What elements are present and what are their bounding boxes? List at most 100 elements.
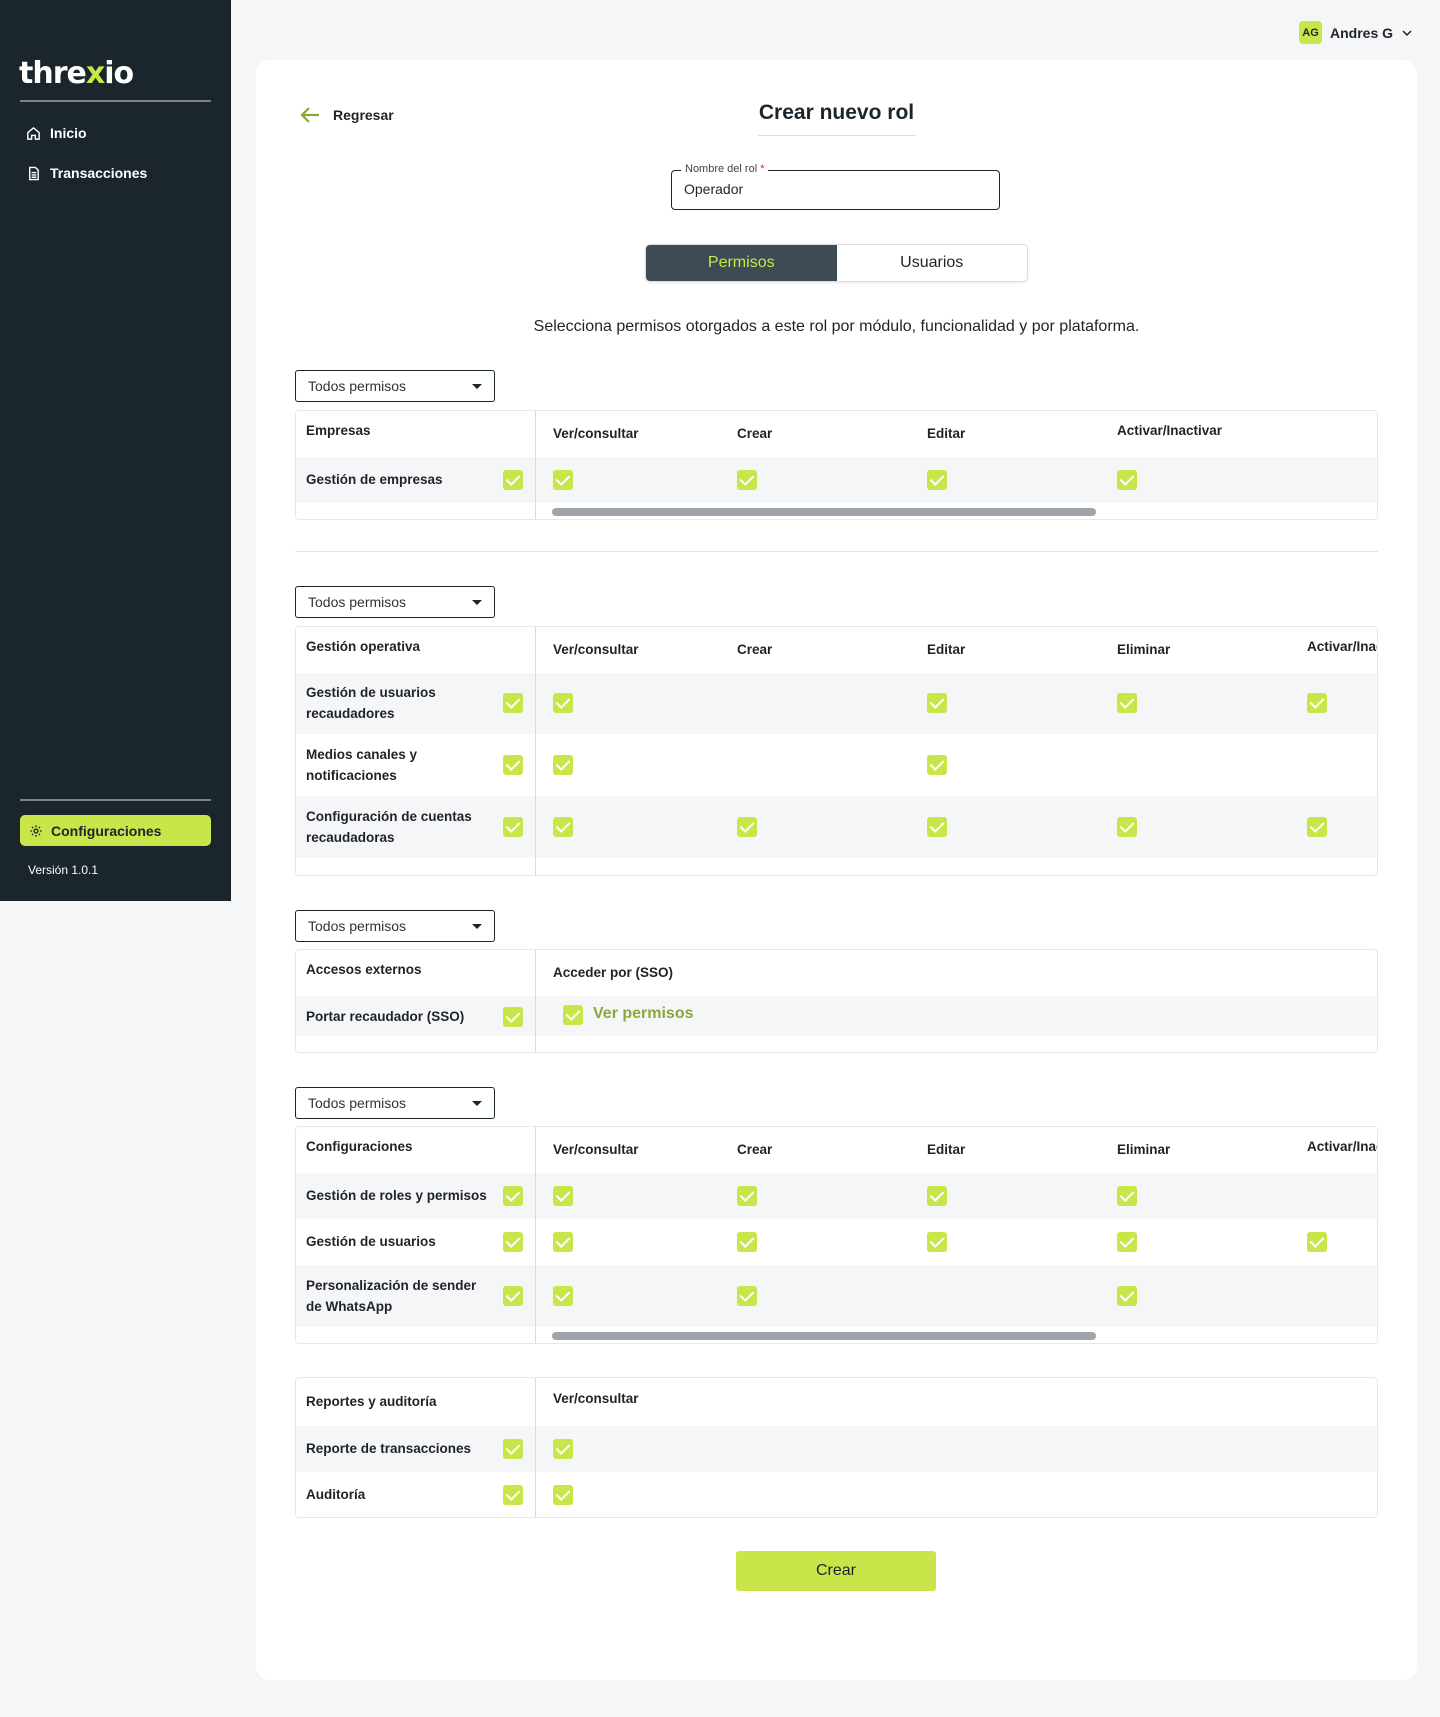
permission-checkbox[interactable] bbox=[1307, 1232, 1327, 1252]
user-menu[interactable]: AG Andres G bbox=[1299, 21, 1413, 44]
sidebar-item-label: Inicio bbox=[50, 125, 87, 141]
permission-checkbox[interactable] bbox=[737, 817, 757, 837]
row-select-checkbox[interactable] bbox=[503, 755, 523, 775]
permission-checkbox[interactable] bbox=[553, 1286, 573, 1306]
section-header: Gestión operativa bbox=[306, 639, 421, 654]
permission-checkbox[interactable] bbox=[737, 1186, 757, 1206]
column-header: Editar bbox=[927, 1142, 966, 1157]
section-header: Configuraciones bbox=[306, 1139, 413, 1154]
column-header: Crear bbox=[737, 426, 773, 441]
tab-usuarios[interactable]: Usuarios bbox=[836, 245, 1027, 281]
table-row: Auditoría bbox=[296, 1472, 1377, 1517]
section-header: Reportes y auditoría bbox=[306, 1394, 437, 1409]
permission-checkbox[interactable] bbox=[927, 1232, 947, 1252]
permission-checkbox[interactable] bbox=[553, 1439, 573, 1459]
permissions-dropdown-operativa[interactable]: Todos permisos bbox=[295, 586, 495, 618]
permission-checkbox[interactable] bbox=[1307, 693, 1327, 713]
row-label: Gestión de usuarios bbox=[306, 1234, 436, 1249]
row-select-checkbox[interactable] bbox=[503, 1232, 523, 1252]
permission-checkbox[interactable] bbox=[553, 817, 573, 837]
row-select-checkbox[interactable] bbox=[503, 1439, 523, 1459]
row-label: Configuración de cuentas recaudadoras bbox=[306, 806, 472, 848]
permission-checkbox[interactable] bbox=[737, 470, 757, 490]
chevron-down-icon bbox=[1402, 29, 1412, 36]
permission-checkbox[interactable] bbox=[1117, 817, 1137, 837]
dropdown-value: Todos permisos bbox=[308, 594, 407, 610]
row-select-checkbox[interactable] bbox=[503, 1186, 523, 1206]
permission-checkbox[interactable] bbox=[1307, 817, 1327, 837]
column-header: Activar/Inactivar bbox=[1117, 423, 1223, 438]
table-row: Reporte de transacciones bbox=[296, 1426, 1377, 1472]
row-label: Gestión de empresas bbox=[306, 472, 443, 487]
role-name-input[interactable] bbox=[684, 181, 984, 197]
sidebar-item-inicio[interactable]: Inicio bbox=[26, 125, 87, 141]
row-select-checkbox[interactable] bbox=[503, 693, 523, 713]
permission-checkbox[interactable] bbox=[737, 1286, 757, 1306]
column-header: Ver/consultar bbox=[553, 642, 639, 657]
column-header: Acceder por (SSO) bbox=[553, 965, 674, 980]
permission-checkbox[interactable] bbox=[1117, 693, 1137, 713]
column-header: Eliminar bbox=[1117, 1142, 1171, 1157]
column-divider bbox=[535, 950, 536, 1052]
column-header: Ver/consultar bbox=[553, 426, 639, 441]
sidebar-item-configuraciones[interactable]: Configuraciones bbox=[20, 815, 211, 846]
permissions-dropdown-empresas[interactable]: Todos permisos bbox=[295, 370, 495, 402]
permissions-dropdown-configuraciones[interactable]: Todos permisos bbox=[295, 1087, 495, 1119]
horizontal-scrollbar[interactable] bbox=[552, 508, 1096, 516]
row-label-line: Medios canales y bbox=[306, 747, 418, 762]
table-row: Configuración de cuentas recaudadoras bbox=[296, 796, 1377, 858]
section-header: Empresas bbox=[306, 423, 371, 438]
permission-checkbox[interactable] bbox=[1117, 1232, 1137, 1252]
row-select-checkbox[interactable] bbox=[503, 1286, 523, 1306]
page-title: Crear nuevo rol bbox=[758, 101, 915, 124]
column-divider bbox=[535, 627, 536, 875]
permission-checkbox[interactable] bbox=[1117, 1186, 1137, 1206]
row-select-checkbox[interactable] bbox=[503, 1485, 523, 1505]
row-select-checkbox[interactable] bbox=[503, 1007, 523, 1027]
permission-checkbox[interactable] bbox=[927, 693, 947, 713]
caret-down-icon bbox=[472, 1100, 482, 1106]
table-row: Portar recaudador (SSO) Ver permisos bbox=[296, 996, 1377, 1036]
permissions-table-configuraciones: Configuraciones Ver/consultar Crear Edit… bbox=[295, 1126, 1378, 1344]
role-name-field[interactable]: Nombre del rol * bbox=[671, 163, 1000, 210]
sidebar-item-label: Transacciones bbox=[50, 165, 148, 181]
row-label-line: Gestión de usuarios bbox=[306, 685, 436, 700]
permission-checkbox[interactable] bbox=[927, 817, 947, 837]
row-select-checkbox[interactable] bbox=[503, 470, 523, 490]
sidebar-item-transacciones[interactable]: Transacciones bbox=[26, 165, 147, 181]
ver-permisos-link[interactable]: Ver permisos bbox=[593, 1005, 694, 1023]
row-label-line: Configuración de cuentas bbox=[306, 809, 472, 824]
threxio-logo[interactable]: threxio bbox=[19, 56, 134, 91]
home-icon bbox=[27, 126, 40, 140]
document-icon bbox=[29, 166, 39, 180]
permission-checkbox[interactable] bbox=[927, 470, 947, 490]
column-header: Ver/consultar bbox=[553, 1142, 639, 1157]
permission-checkbox[interactable] bbox=[553, 693, 573, 713]
permission-checkbox[interactable] bbox=[553, 470, 573, 490]
column-header: Editar bbox=[927, 642, 966, 657]
permission-checkbox[interactable] bbox=[927, 1186, 947, 1206]
required-mark: * bbox=[760, 163, 765, 175]
permission-checkbox[interactable] bbox=[1117, 470, 1137, 490]
horizontal-scrollbar[interactable] bbox=[552, 1332, 1096, 1340]
permission-checkbox[interactable] bbox=[563, 1005, 583, 1025]
permission-checkbox[interactable] bbox=[737, 1232, 757, 1252]
row-label: Gestión de usuarios recaudadores bbox=[306, 682, 436, 724]
tab-permisos[interactable]: Permisos bbox=[646, 245, 837, 281]
permission-checkbox[interactable] bbox=[1117, 1286, 1137, 1306]
permissions-dropdown-externos[interactable]: Todos permisos bbox=[295, 910, 495, 942]
permissions-table-operativa: Gestión operativa Ver/consultar Crear Ed… bbox=[295, 626, 1378, 876]
permission-checkbox[interactable] bbox=[553, 1186, 573, 1206]
permission-checkbox[interactable] bbox=[927, 755, 947, 775]
row-select-checkbox[interactable] bbox=[503, 817, 523, 837]
title-underline bbox=[758, 135, 916, 136]
sidebar: threxio Inicio Transacciones Configuraci… bbox=[0, 0, 231, 901]
permission-checkbox[interactable] bbox=[553, 1485, 573, 1505]
section-separator bbox=[295, 551, 1378, 552]
table-row: Medios canales y notificaciones bbox=[296, 734, 1377, 796]
permission-checkbox[interactable] bbox=[553, 755, 573, 775]
permission-checkbox[interactable] bbox=[553, 1232, 573, 1252]
row-label-line: recaudadoras bbox=[306, 830, 395, 845]
gear-icon bbox=[30, 824, 42, 837]
create-button[interactable]: Crear bbox=[736, 1551, 936, 1591]
